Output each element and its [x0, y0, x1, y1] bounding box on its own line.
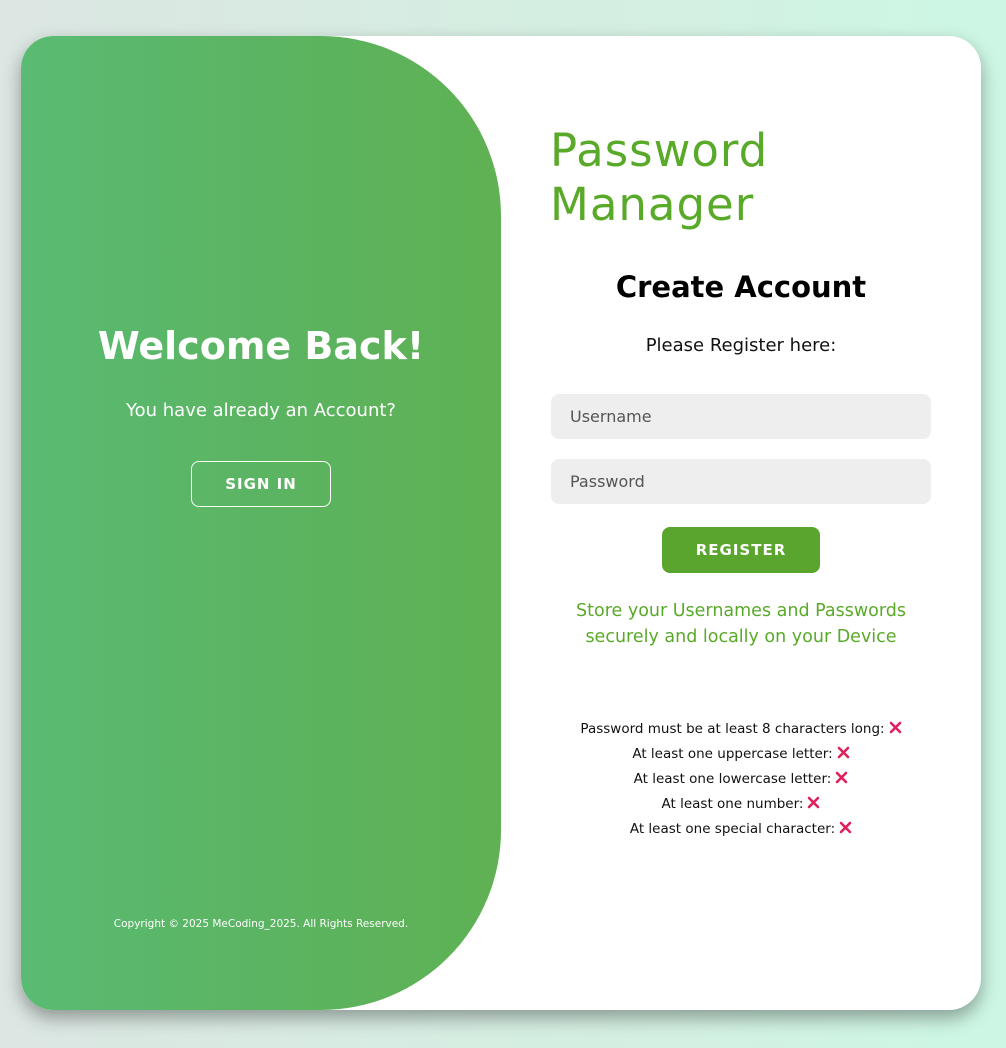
rule-text: At least one lowercase letter: — [633, 771, 832, 787]
auth-card: Welcome Back! You have already an Accoun… — [21, 36, 981, 1010]
password-rule-number: At least one number: — [531, 792, 951, 817]
copyright-text: Copyright © 2025 MeCoding_2025. All Righ… — [113, 918, 409, 930]
cross-icon — [839, 821, 852, 834]
rule-text: At least one special character: — [629, 821, 836, 837]
tagline-line1: Store your Usernames and Passwords — [576, 601, 906, 621]
tagline-line2: securely and locally on your Device — [585, 627, 897, 647]
welcome-subtitle: You have already an Account? — [126, 400, 396, 421]
password-rule-lowercase: At least one lowercase letter: — [531, 767, 951, 792]
sign-in-button[interactable]: SIGN IN — [191, 461, 331, 507]
register-button[interactable]: REGISTER — [662, 527, 820, 573]
app-title: Password Manager — [550, 124, 768, 232]
app-title-line1: Password — [550, 124, 769, 177]
tagline: Store your Usernames and Passwords secur… — [551, 598, 931, 650]
password-rule-special: At least one special character: — [531, 817, 951, 842]
cross-icon — [889, 721, 901, 734]
cross-icon — [836, 771, 848, 784]
password-input[interactable] — [551, 459, 931, 504]
cross-icon — [837, 746, 849, 759]
rule-text: At least one number: — [661, 796, 804, 812]
rule-text: At least one uppercase letter: — [632, 746, 833, 762]
register-subheading: Please Register here: — [645, 335, 837, 356]
welcome-title: Welcome Back! — [97, 324, 425, 368]
rule-text: Password must be at least 8 characters l… — [580, 721, 885, 737]
cross-icon — [808, 796, 820, 809]
app-title-line2: Manager — [550, 178, 755, 231]
password-rule-uppercase: At least one uppercase letter: — [531, 742, 951, 767]
password-rule-length: Password must be at least 8 characters l… — [531, 717, 951, 742]
welcome-panel: Welcome Back! You have already an Accoun… — [21, 36, 501, 1010]
password-rules-list: Password must be at least 8 characters l… — [531, 717, 951, 842]
create-account-heading: Create Account — [615, 270, 867, 304]
username-input[interactable] — [551, 394, 931, 439]
